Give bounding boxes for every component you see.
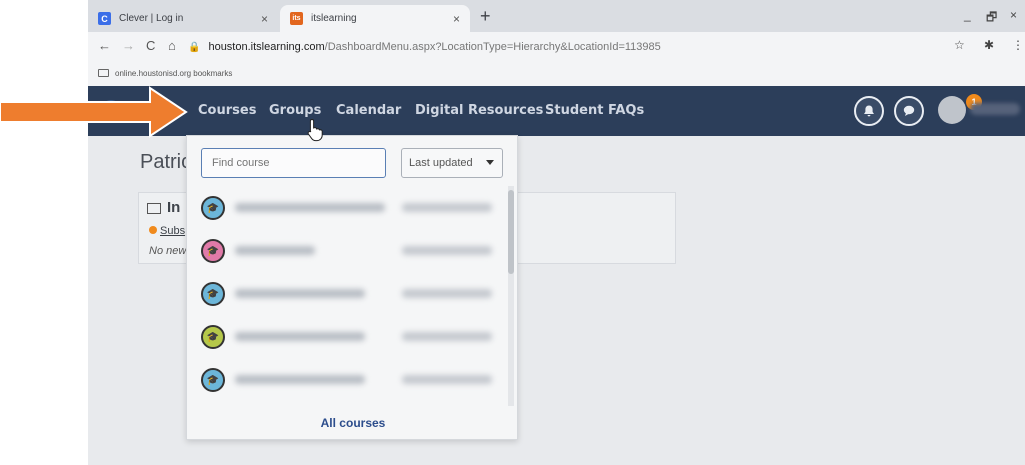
card-title-text: In: [167, 199, 181, 216]
courses-dropdown: Last updated 🎓 🎓 🎓: [186, 135, 518, 440]
course-name-blurred[interactable]: [235, 203, 385, 212]
list-item[interactable]: 🎓: [197, 231, 497, 271]
card-title: In: [147, 199, 180, 216]
bookmark-folder-link[interactable]: online.houstonisd.org bookmarks: [115, 69, 232, 78]
course-meta-blurred: [402, 375, 492, 384]
course-meta-blurred: [402, 203, 492, 212]
avatar[interactable]: [938, 96, 966, 124]
rss-icon: [149, 226, 157, 234]
course-name-blurred[interactable]: [235, 332, 365, 341]
speech-bubble-icon: [903, 105, 915, 116]
no-news-text: No new: [149, 245, 187, 257]
url-host: houston.itslearning.com: [208, 41, 325, 53]
clever-favicon-icon: C: [98, 12, 111, 25]
list-item[interactable]: 🎓: [197, 274, 497, 314]
tab-itslearning[interactable]: its itslearning ×: [280, 5, 470, 32]
newspaper-icon: [147, 202, 161, 214]
course-meta-blurred: [402, 332, 492, 341]
bell-icon: [864, 105, 874, 117]
user-name-blurred[interactable]: [970, 103, 1020, 115]
nav-calendar[interactable]: Calendar: [336, 103, 401, 118]
list-item[interactable]: 🎓: [197, 360, 497, 400]
photographed-screen: C Clever | Log in × its itslearning × + …: [88, 0, 1025, 465]
bookmark-star-icon[interactable]: ☆: [954, 38, 965, 52]
course-cap-icon: 🎓: [201, 368, 225, 392]
hand-pointer-icon: [307, 118, 323, 142]
browser-menu-icon[interactable]: ⋮: [1012, 38, 1024, 52]
course-meta-blurred: [402, 289, 492, 298]
tab-title: Clever | Log in: [119, 13, 184, 24]
list-item[interactable]: 🎓: [197, 188, 497, 228]
course-cap-icon: 🎓: [201, 325, 225, 349]
page-title: Patric: [140, 151, 192, 173]
folder-icon: [98, 69, 109, 77]
find-course-input[interactable]: [201, 148, 386, 178]
list-item[interactable]: 🎓: [197, 317, 497, 357]
home-icon[interactable]: ⌂: [168, 38, 176, 53]
course-list: 🎓 🎓 🎓 🎓 🎓: [187, 188, 505, 406]
screenshot-stage: C Clever | Log in × its itslearning × + …: [0, 0, 1025, 465]
course-meta-blurred: [402, 246, 492, 255]
back-icon[interactable]: ←: [98, 38, 111, 53]
course-name-blurred[interactable]: [235, 375, 365, 384]
all-courses-link[interactable]: All courses: [187, 416, 519, 430]
sort-select-value: Last updated: [409, 157, 473, 169]
course-cap-icon: 🎓: [201, 196, 225, 220]
tab-clever[interactable]: C Clever | Log in ×: [88, 5, 278, 32]
notifications-bell-icon[interactable]: [854, 96, 884, 126]
itslearning-top-nav: Courses Groups Calendar Digital Resource…: [88, 86, 1025, 136]
lock-icon: 🔒: [188, 41, 201, 53]
nav-groups[interactable]: Groups: [269, 103, 321, 118]
reload-icon[interactable]: C: [146, 38, 155, 53]
nav-courses[interactable]: Courses: [198, 103, 256, 118]
course-list-scrollbar[interactable]: [508, 186, 514, 406]
url-path: /DashboardMenu.aspx?LocationType=Hierarc…: [324, 41, 661, 53]
chevron-down-icon: [486, 160, 494, 165]
minimize-icon[interactable]: _: [964, 8, 971, 22]
new-tab-button[interactable]: +: [480, 6, 491, 27]
course-cap-icon: 🎓: [201, 239, 225, 263]
tab-close-icon[interactable]: ×: [261, 12, 268, 26]
tab-title: itslearning: [311, 13, 357, 24]
sort-select[interactable]: Last updated: [401, 148, 503, 178]
course-cap-icon: 🎓: [201, 282, 225, 306]
close-window-icon[interactable]: ×: [1010, 8, 1017, 22]
restore-icon[interactable]: 🗗: [986, 8, 997, 29]
tab-close-icon[interactable]: ×: [453, 12, 460, 26]
course-name-blurred[interactable]: [235, 289, 365, 298]
course-name-blurred[interactable]: [235, 246, 315, 255]
subscribe-link-text[interactable]: Subs: [160, 225, 185, 237]
nav-student-faqs[interactable]: Student FAQs: [545, 103, 644, 118]
extensions-icon[interactable]: ✱: [984, 38, 994, 52]
annotation-arrow: [0, 86, 188, 138]
itslearning-favicon-icon: its: [290, 12, 303, 25]
address-bar[interactable]: 🔒 houston.itslearning.com/DashboardMenu.…: [188, 37, 938, 57]
bookmarks-bar: online.houstonisd.org bookmarks: [88, 60, 1025, 86]
nav-digital-resources[interactable]: Digital Resources: [415, 103, 543, 118]
forward-icon[interactable]: →: [122, 38, 135, 53]
browser-toolbar: ← → C ⌂ 🔒 houston.itslearning.com/Dashbo…: [88, 32, 1025, 60]
subscribe-link[interactable]: Subs: [149, 225, 185, 237]
browser-tab-strip: C Clever | Log in × its itslearning × + …: [88, 0, 1025, 32]
scrollbar-thumb[interactable]: [508, 190, 514, 274]
messages-icon[interactable]: [894, 96, 924, 126]
